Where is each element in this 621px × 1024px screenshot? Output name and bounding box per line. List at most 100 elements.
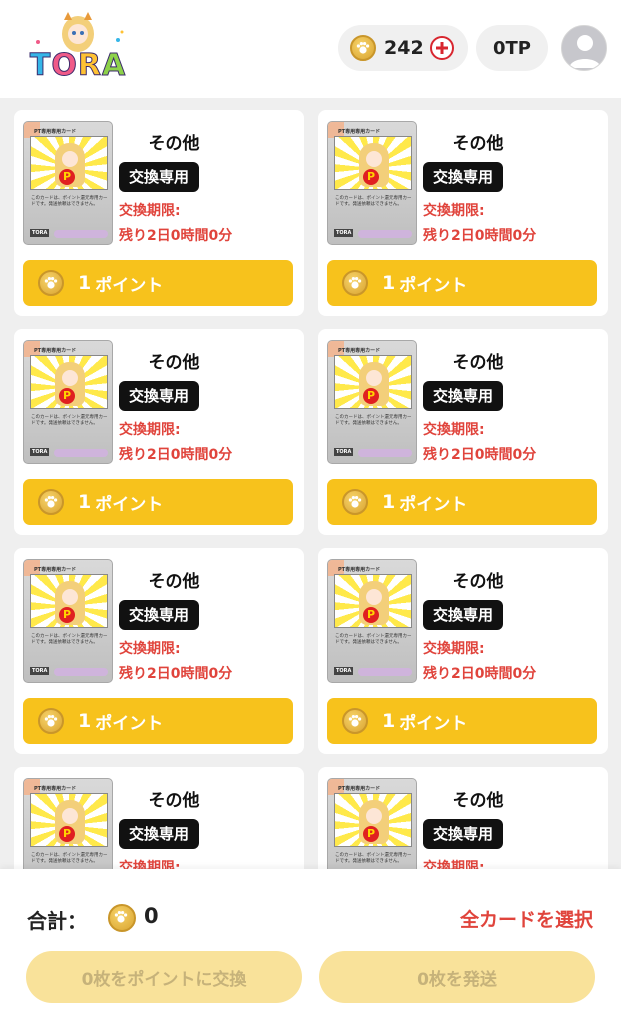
- art-face: [366, 589, 382, 605]
- card-category: その他: [452, 134, 504, 154]
- thumb-logo: TORA: [334, 667, 354, 675]
- card-thumbnail[interactable]: PT専用専用カード P このカードは、ポイント還元専用カードです。発送依頼はできませ…: [327, 559, 417, 683]
- card-art: P: [30, 136, 108, 190]
- deadline-label: 交換期限:: [423, 641, 485, 657]
- card-item[interactable]: PT専用専用カード P このカードは、ポイント還元専用カードです。発送依頼はできませ…: [318, 548, 608, 754]
- card-item[interactable]: PT専用専用カード P このカードは、ポイント還元専用カードです。発送依頼はできませ…: [14, 548, 304, 754]
- user-avatar-icon: [562, 26, 606, 70]
- point-value-button[interactable]: 1 ポイント: [23, 698, 293, 744]
- thumb-title: PT専用専用カード: [338, 348, 381, 354]
- point-amount: 1: [78, 272, 92, 294]
- point-unit: ポイント: [95, 275, 164, 296]
- paw-coin-icon: [38, 489, 64, 515]
- app-header: TORA 242 0TP: [0, 0, 621, 98]
- thumb-logo: TORA: [30, 448, 50, 456]
- thumb-title: PT専用専用カード: [338, 786, 381, 792]
- avatar[interactable]: [561, 25, 607, 71]
- card-category: その他: [452, 572, 504, 592]
- deadline-remaining: 残り2日0時間0分: [423, 666, 537, 682]
- thumb-title: PT専用専用カード: [338, 567, 381, 573]
- card-item[interactable]: PT専用専用カード P このカードは、ポイント還元専用カードです。発送依頼はできませ…: [318, 329, 608, 535]
- thumb-text: このカードは、ポイント還元専用カードです。発送依頼はできません。: [335, 415, 412, 426]
- thumb-title: PT専用専用カード: [34, 348, 77, 354]
- point-amount: 1: [78, 710, 92, 732]
- tp-balance-pill[interactable]: 0TP: [476, 25, 548, 71]
- thumb-text: このカードは、ポイント還元専用カードです。発送依頼はできません。: [335, 853, 412, 864]
- card-thumbnail[interactable]: PT専用専用カード P このカードは、ポイント還元専用カードです。発送依頼はできませ…: [327, 121, 417, 245]
- p-badge: P: [363, 169, 379, 185]
- deadline-label: 交換期限:: [119, 641, 181, 657]
- exchange-only-badge: 交換専用: [423, 162, 503, 192]
- point-unit: ポイント: [399, 494, 468, 515]
- thumb-title: PT専用専用カード: [34, 786, 77, 792]
- point-amount: 1: [78, 491, 92, 513]
- art-face: [366, 370, 382, 386]
- p-badge: P: [363, 607, 379, 623]
- bottom-action-bar: 合計： 0 全カードを選択 0枚をポイントに交換 0枚を発送: [0, 869, 621, 1024]
- deadline-remaining: 残り2日0時間0分: [119, 228, 233, 244]
- paw-coin-icon: [38, 270, 64, 296]
- add-coins-icon[interactable]: [429, 36, 454, 60]
- card-item[interactable]: PT専用専用カード P このカードは、ポイント還元専用カードです。発送依頼はできませ…: [14, 329, 304, 535]
- thumb-text: このカードは、ポイント還元専用カードです。発送依頼はできません。: [31, 415, 108, 426]
- thumb-title: PT専用専用カード: [34, 129, 77, 135]
- card-thumbnail[interactable]: PT専用専用カード P このカードは、ポイント還元専用カードです。発送依頼はできませ…: [23, 559, 113, 683]
- thumb-bar: [54, 449, 108, 457]
- deadline-remaining: 残り2日0時間0分: [423, 228, 537, 244]
- card-item[interactable]: PT専用専用カード P このカードは、ポイント還元専用カードです。発送依頼はできませ…: [318, 110, 608, 316]
- card-thumbnail[interactable]: PT専用専用カード P このカードは、ポイント還元専用カードです。発送依頼はできませ…: [23, 121, 113, 245]
- point-amount: 1: [382, 491, 396, 513]
- card-art: P: [30, 793, 108, 847]
- thumb-bar: [358, 230, 412, 238]
- coin-balance-pill[interactable]: 242: [338, 25, 468, 71]
- coin-count: 242: [384, 37, 424, 59]
- point-value-button[interactable]: 1 ポイント: [23, 260, 293, 306]
- card-thumbnail[interactable]: PT専用専用カード P このカードは、ポイント還元専用カードです。発送依頼はできませ…: [23, 340, 113, 464]
- point-unit: ポイント: [399, 713, 468, 734]
- paw-coin-icon: [350, 35, 376, 61]
- card-thumbnail[interactable]: PT専用専用カード P このカードは、ポイント還元専用カードです。発送依頼はできませ…: [327, 340, 417, 464]
- total-label: 合計：: [27, 909, 87, 933]
- ship-cards-button[interactable]: 0枚を発送: [319, 951, 595, 1003]
- thumb-logo: TORA: [30, 229, 50, 237]
- paw-coin-icon: [108, 904, 136, 932]
- deadline-label: 交換期限:: [423, 422, 485, 438]
- exchange-only-badge: 交換専用: [423, 600, 503, 630]
- card-art: P: [30, 574, 108, 628]
- p-badge: P: [59, 607, 75, 623]
- total-value: 0: [144, 904, 159, 928]
- exchange-only-badge: 交換専用: [423, 381, 503, 411]
- p-badge: P: [59, 826, 75, 842]
- paw-coin-icon: [342, 489, 368, 515]
- select-all-button[interactable]: 全カードを選択: [460, 905, 593, 932]
- art-face: [366, 151, 382, 167]
- exchange-only-badge: 交換専用: [119, 162, 199, 192]
- card-category: その他: [452, 791, 504, 811]
- point-value-button[interactable]: 1 ポイント: [327, 260, 597, 306]
- card-category: その他: [452, 353, 504, 373]
- exchange-to-points-button[interactable]: 0枚をポイントに交換: [26, 951, 302, 1003]
- deadline-label: 交換期限:: [119, 422, 181, 438]
- exchange-only-badge: 交換専用: [423, 819, 503, 849]
- point-value-button[interactable]: 1 ポイント: [327, 479, 597, 525]
- thumb-title: PT専用専用カード: [34, 567, 77, 573]
- point-value-button[interactable]: 1 ポイント: [23, 479, 293, 525]
- card-art: P: [30, 355, 108, 409]
- p-badge: P: [59, 388, 75, 404]
- exchange-only-badge: 交換専用: [119, 600, 199, 630]
- point-unit: ポイント: [399, 275, 468, 296]
- art-face: [62, 808, 78, 824]
- tora-logo[interactable]: TORA: [26, 12, 130, 86]
- point-amount: 1: [382, 272, 396, 294]
- exchange-only-badge: 交換専用: [119, 819, 199, 849]
- thumb-bar: [54, 230, 108, 238]
- thumb-text: このカードは、ポイント還元専用カードです。発送依頼はできません。: [31, 634, 108, 645]
- thumb-text: このカードは、ポイント還元専用カードです。発送依頼はできません。: [335, 196, 412, 207]
- card-item[interactable]: PT専用専用カード P このカードは、ポイント還元専用カードです。発送依頼はできませ…: [14, 110, 304, 316]
- card-category: その他: [148, 134, 200, 154]
- art-face: [366, 808, 382, 824]
- point-value-button[interactable]: 1 ポイント: [327, 698, 597, 744]
- logo-text: TORA: [29, 48, 127, 84]
- thumb-text: このカードは、ポイント還元専用カードです。発送依頼はできません。: [31, 196, 108, 207]
- paw-coin-icon: [342, 708, 368, 734]
